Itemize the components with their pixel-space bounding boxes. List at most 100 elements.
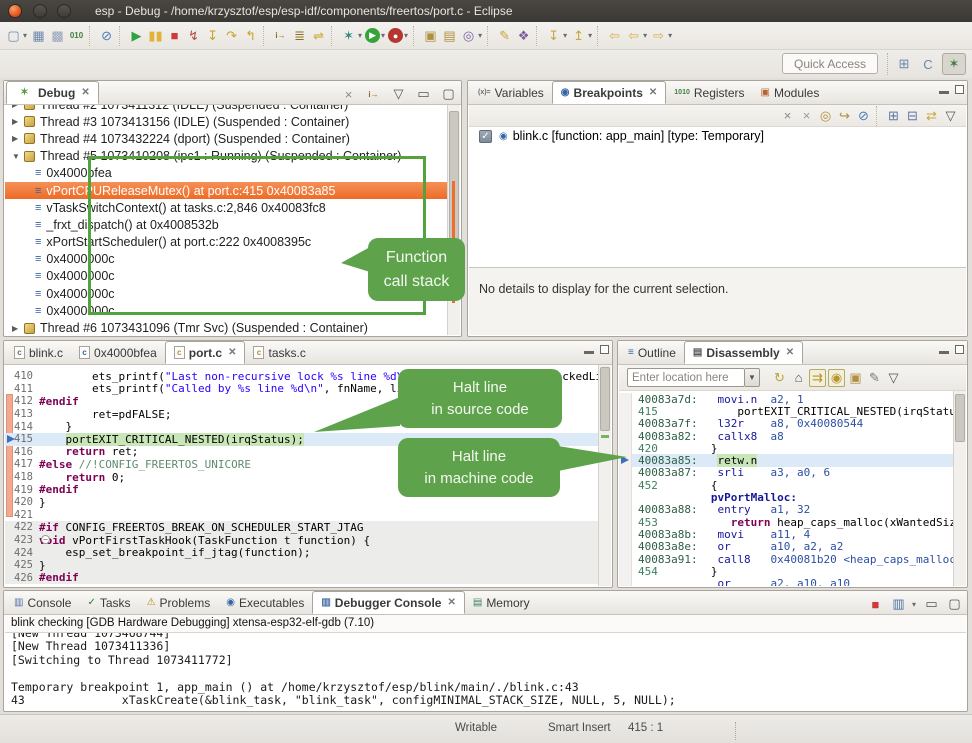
maximize-icon[interactable] — [955, 85, 964, 94]
minimize-icon[interactable] — [939, 91, 949, 94]
fold-collapse-icon[interactable]: − — [41, 535, 50, 544]
go-to-last-edit-dropdown[interactable]: ▾ — [588, 31, 592, 40]
tab-memory[interactable]: ▤Memory — [465, 591, 538, 614]
use-step-filters-icon[interactable]: ⇌ — [310, 27, 327, 45]
location-dropdown[interactable]: ▼ — [745, 368, 760, 387]
quick-access-button[interactable]: Quick Access — [782, 53, 878, 74]
view-menu-icon[interactable]: ▽ — [885, 369, 902, 387]
thread-row[interactable]: ▶Thread #6 1073431096 (Tmr Svc) (Suspend… — [5, 319, 447, 335]
new-project-icon[interactable]: ▣ — [422, 27, 439, 45]
stack-frame-row[interactable]: ≡vPortCPUReleaseMutex() at port.c:415 0x… — [5, 182, 447, 199]
stack-frame-row[interactable]: ≡0x4000bfea — [5, 165, 447, 182]
editor-scrollbar[interactable] — [598, 365, 611, 586]
thread-row[interactable]: ▶Thread #2 1073411312 (IDLE) (Suspended … — [5, 105, 447, 113]
view-menu-icon[interactable]: ▽ — [390, 85, 407, 103]
open-new-view-icon[interactable]: ▣ — [847, 369, 864, 387]
save-icon[interactable]: ▦ — [30, 27, 47, 45]
save-all-icon[interactable]: ▩ — [49, 27, 66, 45]
last-edit-location-dropdown[interactable]: ▾ — [563, 31, 567, 40]
maximize-icon[interactable] — [955, 345, 964, 354]
back-dropdown[interactable]: ▾ — [643, 31, 647, 40]
search-icon[interactable]: ◎ — [460, 27, 477, 45]
display-selected-console-icon[interactable]: ▥ — [890, 595, 907, 613]
suspend-icon[interactable]: ▮▮ — [147, 27, 164, 45]
debug-dropdown[interactable]: ▾ — [358, 31, 362, 40]
step-return-icon[interactable]: ↰ — [242, 27, 259, 45]
close-icon[interactable]: ✕ — [228, 347, 236, 358]
go-to-last-edit-icon[interactable]: ↥ — [570, 27, 587, 45]
thread-row[interactable]: ▶Thread #3 1073413156 (IDLE) (Suspended … — [5, 113, 447, 130]
tab-variables[interactable]: (x)=Variables — [470, 81, 552, 104]
new-wizard-icon[interactable]: ▢ — [5, 27, 22, 45]
profile-dropdown[interactable]: ▾ — [404, 31, 408, 40]
close-icon[interactable]: ✕ — [786, 347, 794, 358]
tab-blink-c[interactable]: cblink.c — [6, 341, 71, 364]
show-source-icon[interactable]: ◉ — [828, 369, 845, 387]
close-icon[interactable]: ✕ — [649, 87, 657, 98]
remove-all-icon[interactable]: × — [798, 107, 815, 125]
stack-frame-row[interactable]: ≡vTaskSwitchContext() at tasks.c:2,846 0… — [5, 199, 447, 216]
forward-dropdown[interactable]: ▾ — [668, 31, 672, 40]
open-perspective-icon[interactable]: ⊞ — [892, 53, 916, 75]
pin-view-icon[interactable]: ✎ — [866, 369, 883, 387]
minimize-icon[interactable]: ▭ — [923, 595, 940, 613]
home-icon[interactable]: ⌂ — [790, 369, 807, 387]
tab-port-c[interactable]: cport.c✕ — [165, 341, 246, 364]
breakpoint-row[interactable]: ✓◉blink.c [function: app_main] [type: Te… — [469, 127, 966, 145]
open-element-icon[interactable]: ▤ — [441, 27, 458, 45]
tab-debug[interactable]: ✶ Debug ✕ — [6, 81, 99, 104]
twisty-collapsed-icon[interactable]: ▶ — [12, 105, 22, 109]
step-into-icon[interactable]: ↧ — [204, 27, 221, 45]
toggle-binary-icon[interactable]: 010 — [68, 27, 85, 45]
tab-breakpoints[interactable]: ◉Breakpoints✕ — [552, 81, 666, 104]
show-view-when-suspended-icon[interactable]: ≣ — [291, 27, 308, 45]
maximize-icon[interactable]: ▢ — [946, 595, 963, 613]
back-to-port-c-icon[interactable]: ⇦ — [606, 27, 623, 45]
minimize-icon[interactable] — [939, 351, 949, 354]
tab-outline[interactable]: ≡Outline — [620, 341, 684, 364]
window-minimize-button[interactable] — [33, 4, 47, 18]
instruction-stepping-icon[interactable]: i→ — [272, 27, 289, 45]
disassembly-area[interactable]: 40083a7d: movi.n a2, 1415 portEXIT_CRITI… — [619, 391, 953, 586]
location-input[interactable]: Enter location here — [627, 368, 745, 387]
thread-row[interactable]: ▶Thread #4 1073432224 (dport) (Suspended… — [5, 130, 447, 147]
debug-icon[interactable]: ✶ — [340, 27, 357, 45]
tab-problems[interactable]: ⚠Problems — [139, 591, 219, 614]
tab-debugger-console[interactable]: ▥Debugger Console✕ — [312, 591, 465, 614]
tab-console[interactable]: ▥Console — [6, 591, 79, 614]
stack-frame-row[interactable]: ≡_frxt_dispatch() at 0x4008532b — [5, 216, 447, 233]
tab-tasks-c[interactable]: ctasks.c — [245, 341, 313, 364]
tab-registers[interactable]: 1010Registers — [666, 81, 752, 104]
search-dropdown[interactable]: ▾ — [478, 31, 482, 40]
stack-frame-row[interactable]: ≡0x4000000c — [5, 302, 447, 319]
window-maximize-button[interactable] — [57, 4, 71, 18]
refresh-icon[interactable]: ↻ — [771, 369, 788, 387]
mark-occurrences-icon[interactable]: ✎ — [496, 27, 513, 45]
instruction-stepping-mode-icon[interactable]: i→ — [365, 85, 382, 103]
go-to-file-icon[interactable]: ↪ — [836, 107, 853, 125]
profile-icon[interactable]: ● — [388, 28, 403, 43]
debug-perspective-icon[interactable]: ✶ — [942, 53, 966, 75]
display-selected-console-dropdown[interactable]: ▾ — [912, 600, 916, 609]
run-icon[interactable]: ▶ — [365, 28, 380, 43]
annotation-preferences-icon[interactable]: ❖ — [515, 27, 532, 45]
twisty-collapsed-icon[interactable]: ▶ — [12, 117, 22, 126]
step-over-icon[interactable]: ↷ — [223, 27, 240, 45]
cpp-perspective-icon[interactable]: C — [916, 53, 940, 75]
run-dropdown[interactable]: ▾ — [381, 31, 385, 40]
breakpoint-checkbox[interactable]: ✓ — [479, 130, 492, 143]
minimize-icon[interactable] — [584, 351, 594, 354]
close-icon[interactable]: ✕ — [81, 87, 89, 98]
tab-modules[interactable]: ▣Modules — [753, 81, 828, 104]
tab-0x4000bfea[interactable]: c0x4000bfea — [71, 341, 165, 364]
twisty-expanded-icon[interactable]: ▼ — [12, 152, 22, 161]
follow-pc-icon[interactable]: ⇉ — [809, 369, 826, 387]
minimize-icon[interactable]: ▭ — [415, 85, 432, 103]
maximize-icon[interactable] — [600, 345, 609, 354]
tab-tasks[interactable]: ✓Tasks — [79, 591, 138, 614]
remove-selected-icon[interactable]: × — [779, 107, 796, 125]
twisty-collapsed-icon[interactable]: ▶ — [12, 134, 22, 143]
tab-executables[interactable]: ◉Executables — [218, 591, 312, 614]
thread-row[interactable]: ▼Thread #5 1073410208 (ipc1 : Running) (… — [5, 148, 447, 165]
window-close-button[interactable] — [8, 4, 22, 18]
